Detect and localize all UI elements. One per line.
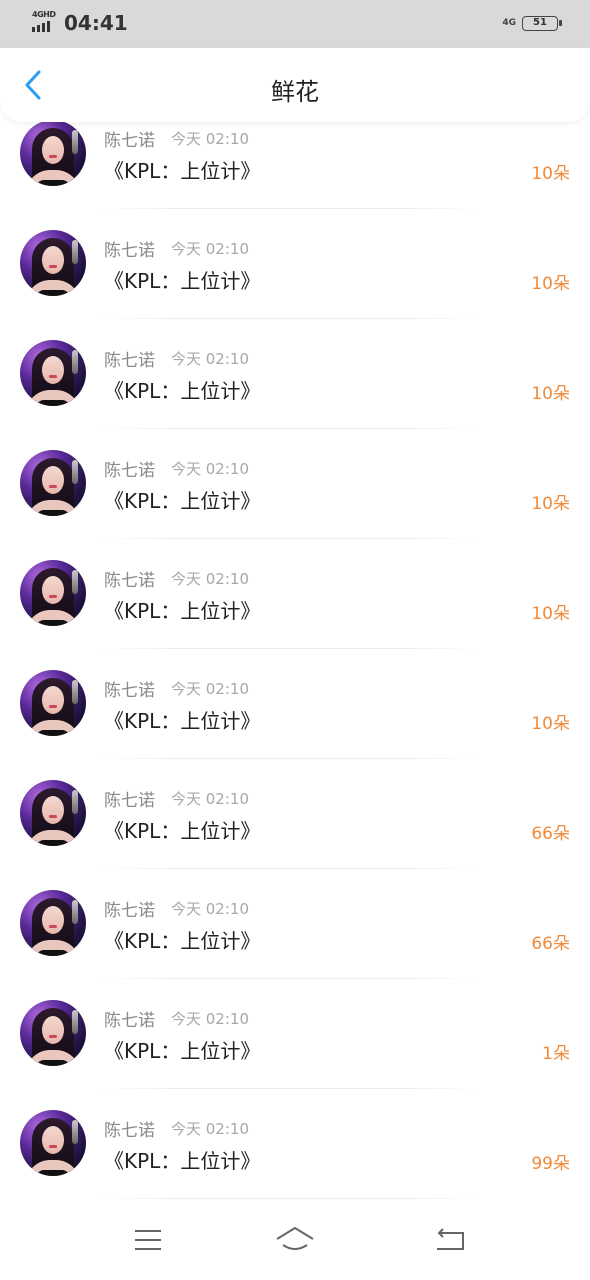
status-right: 4G 51 <box>502 12 562 34</box>
avatar[interactable] <box>20 230 86 296</box>
timestamp: 今天 02:10 <box>171 790 249 808</box>
divider <box>100 538 480 539</box>
list-item[interactable]: 陈七诺 今天 02:10 《KPL：上位计》 10朵 <box>0 340 590 452</box>
back-nav-button[interactable] <box>430 1222 470 1258</box>
book-title[interactable]: 《KPL：上位计》 <box>104 265 260 294</box>
avatar[interactable] <box>20 122 86 186</box>
list-item[interactable]: 陈七诺 今天 02:10 《KPL：上位计》 10朵 <box>0 230 590 342</box>
flower-count: 1朵 <box>542 1044 570 1064</box>
book-title[interactable]: 《KPL：上位计》 <box>104 155 260 184</box>
avatar[interactable] <box>20 890 86 956</box>
divider <box>100 648 480 649</box>
avatar[interactable] <box>20 340 86 406</box>
menu-icon <box>135 1230 161 1250</box>
timestamp: 今天 02:10 <box>171 1010 249 1028</box>
timestamp: 今天 02:10 <box>171 130 249 148</box>
page-title: 鲜花 <box>271 78 319 106</box>
divider <box>100 868 480 869</box>
flower-count: 99朵 <box>531 1154 570 1174</box>
timestamp: 今天 02:10 <box>171 460 249 478</box>
list-item[interactable]: 陈七诺 今天 02:10 《KPL：上位计》 10朵 <box>0 122 590 232</box>
avatar[interactable] <box>20 670 86 736</box>
list-item[interactable]: 陈七诺 今天 02:10 《KPL：上位计》 99朵 <box>0 1110 590 1202</box>
battery-icon: 51 <box>522 15 562 31</box>
network-type-label: 4GHD <box>32 10 56 19</box>
status-left: 4GHD 04:41 <box>32 10 128 36</box>
book-title[interactable]: 《KPL：上位计》 <box>104 1035 260 1064</box>
flower-count: 10朵 <box>531 384 570 404</box>
flower-count: 10朵 <box>531 494 570 514</box>
list-item[interactable]: 陈七诺 今天 02:10 《KPL：上位计》 10朵 <box>0 670 590 782</box>
user-name[interactable]: 陈七诺 <box>104 896 155 921</box>
user-name[interactable]: 陈七诺 <box>104 346 155 371</box>
signal-icon: 4GHD <box>32 10 58 34</box>
user-name[interactable]: 陈七诺 <box>104 676 155 701</box>
avatar[interactable] <box>20 780 86 846</box>
battery-level: 51 <box>533 16 547 28</box>
flower-count: 66朵 <box>531 824 570 844</box>
status-bar: 4GHD 04:41 4G 51 <box>0 0 590 48</box>
user-name[interactable]: 陈七诺 <box>104 126 155 151</box>
flower-count: 10朵 <box>531 604 570 624</box>
system-nav-bar <box>0 1202 590 1280</box>
divider <box>100 1088 480 1089</box>
avatar[interactable] <box>20 450 86 516</box>
avatar[interactable] <box>20 1000 86 1066</box>
flower-count: 66朵 <box>531 934 570 954</box>
header-bar: 鲜花 <box>0 48 590 122</box>
flower-count: 10朵 <box>531 274 570 294</box>
avatar[interactable] <box>20 1110 86 1176</box>
avatar[interactable] <box>20 560 86 626</box>
home-icon <box>276 1227 314 1250</box>
timestamp: 今天 02:10 <box>171 900 249 918</box>
list-item[interactable]: 陈七诺 今天 02:10 《KPL：上位计》 10朵 <box>0 450 590 562</box>
home-button[interactable] <box>275 1222 315 1258</box>
flower-count: 10朵 <box>531 164 570 184</box>
list-item[interactable]: 陈七诺 今天 02:10 《KPL：上位计》 66朵 <box>0 890 590 1002</box>
divider <box>100 758 480 759</box>
back-icon <box>437 1228 464 1250</box>
divider <box>100 978 480 979</box>
menu-button[interactable] <box>128 1222 168 1258</box>
book-title[interactable]: 《KPL：上位计》 <box>104 595 260 624</box>
list-item[interactable]: 陈七诺 今天 02:10 《KPL：上位计》 1朵 <box>0 1000 590 1112</box>
flower-record-list: 陈七诺 今天 02:10 《KPL：上位计》 10朵 陈七诺 今天 02:10 … <box>0 122 590 1202</box>
flower-count: 10朵 <box>531 714 570 734</box>
network-type-right: 4G <box>502 18 516 28</box>
book-title[interactable]: 《KPL：上位计》 <box>104 815 260 844</box>
list-item[interactable]: 陈七诺 今天 02:10 《KPL：上位计》 10朵 <box>0 560 590 672</box>
timestamp: 今天 02:10 <box>171 680 249 698</box>
divider <box>100 428 480 429</box>
user-name[interactable]: 陈七诺 <box>104 456 155 481</box>
divider <box>100 208 480 209</box>
timestamp: 今天 02:10 <box>171 350 249 368</box>
timestamp: 今天 02:10 <box>171 1120 249 1138</box>
user-name[interactable]: 陈七诺 <box>104 236 155 261</box>
timestamp: 今天 02:10 <box>171 570 249 588</box>
user-name[interactable]: 陈七诺 <box>104 1116 155 1141</box>
book-title[interactable]: 《KPL：上位计》 <box>104 485 260 514</box>
book-title[interactable]: 《KPL：上位计》 <box>104 705 260 734</box>
book-title[interactable]: 《KPL：上位计》 <box>104 375 260 404</box>
user-name[interactable]: 陈七诺 <box>104 566 155 591</box>
divider <box>100 318 480 319</box>
status-time: 04:41 <box>64 11 128 35</box>
book-title[interactable]: 《KPL：上位计》 <box>104 925 260 954</box>
user-name[interactable]: 陈七诺 <box>104 1006 155 1031</box>
timestamp: 今天 02:10 <box>171 240 249 258</box>
book-title[interactable]: 《KPL：上位计》 <box>104 1145 260 1174</box>
list-item[interactable]: 陈七诺 今天 02:10 《KPL：上位计》 66朵 <box>0 780 590 892</box>
user-name[interactable]: 陈七诺 <box>104 786 155 811</box>
divider <box>100 1198 480 1199</box>
